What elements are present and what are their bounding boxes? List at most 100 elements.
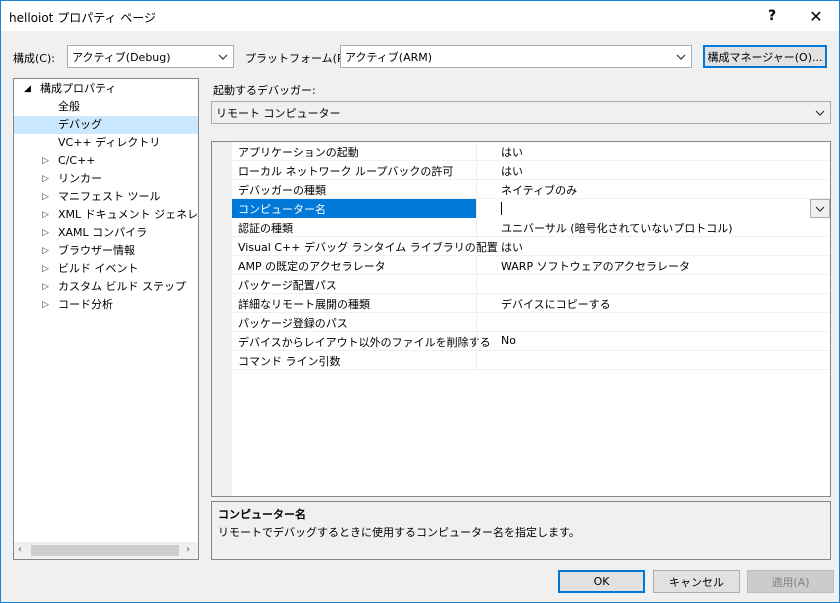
property-name: 詳細なリモート展開の種類: [238, 298, 370, 311]
tree-item[interactable]: ▷ カスタム ビルド ステップ: [42, 278, 186, 296]
close-button[interactable]: ✕: [793, 1, 839, 31]
expand-triangle-icon[interactable]: ▷: [42, 170, 52, 188]
column-divider: [476, 351, 477, 370]
expand-triangle-icon[interactable]: ▷: [42, 188, 52, 206]
tree-item[interactable]: ▷ XAML コンパイラ: [42, 224, 148, 242]
property-row[interactable]: 詳細なリモート展開の種類 デバイスにコピーする: [232, 294, 830, 313]
debugger-select-value: リモート コンピューター: [216, 106, 341, 120]
expand-triangle-icon[interactable]: ▷: [42, 278, 52, 296]
property-grid: アプリケーションの起動 はいローカル ネットワーク ループバックの許可 はいデバッガ…: [211, 141, 831, 497]
description-title: コンピューター名: [218, 508, 306, 521]
platform-select-value: アクティブ(ARM): [345, 50, 433, 64]
expand-triangle-icon[interactable]: ▷: [42, 224, 52, 242]
scroll-thumb[interactable]: [31, 545, 179, 556]
column-divider: [476, 180, 477, 199]
property-row[interactable]: ローカル ネットワーク ループバックの許可 はい: [232, 161, 830, 180]
tree-item-label: マニフェスト ツール: [58, 190, 161, 203]
property-value: ユニバーサル (暗号化されていないプロトコル): [501, 222, 733, 235]
tree-item[interactable]: ▷ リンカー: [42, 170, 102, 188]
tree-item[interactable]: ▷ マニフェスト ツール: [42, 188, 161, 206]
tree-item-label: ブラウザー情報: [58, 244, 135, 257]
tree-root[interactable]: ◢ 構成プロパティ: [24, 80, 116, 98]
property-value: No: [501, 334, 516, 347]
column-divider: [476, 294, 477, 313]
debugger-select[interactable]: リモート コンピューター: [211, 101, 831, 124]
expand-triangle-icon[interactable]: ▷: [42, 260, 52, 278]
property-row[interactable]: コンピューター名: [232, 199, 830, 218]
property-value: デバイスにコピーする: [501, 298, 611, 311]
column-divider: [476, 313, 477, 332]
platform-select[interactable]: アクティブ(ARM): [340, 45, 692, 68]
column-divider: [476, 218, 477, 237]
tree-item[interactable]: デバッグ: [14, 116, 198, 134]
ok-button[interactable]: OK: [558, 570, 645, 593]
property-row[interactable]: デバッガーの種類 ネイティブのみ: [232, 180, 830, 199]
column-divider: [476, 199, 477, 218]
computer-name-input[interactable]: [479, 199, 830, 218]
property-name: ローカル ネットワーク ループバックの許可: [238, 165, 454, 178]
column-divider: [476, 161, 477, 180]
window-title: helloiot プロパティ ページ: [9, 11, 157, 25]
chevron-down-icon: [815, 110, 825, 116]
value-dropdown-button[interactable]: [810, 199, 830, 218]
expand-triangle-icon[interactable]: ▷: [42, 296, 52, 314]
property-name: コンピューター名: [238, 203, 326, 216]
tree-item[interactable]: ▷ コード分析: [42, 296, 113, 314]
column-divider: [476, 275, 477, 294]
tree-item-label: VC++ ディレクトリ: [58, 136, 161, 149]
description-text: リモートでデバッグするときに使用するコンピューター名を指定します。: [218, 526, 580, 539]
help-button[interactable]: ?: [749, 1, 795, 31]
debugger-label: 起動するデバッガー:: [213, 84, 316, 97]
apply-button[interactable]: 適用(A): [747, 570, 834, 593]
tree-item[interactable]: 全般: [58, 98, 80, 116]
property-row[interactable]: AMP の既定のアクセラレータ WARP ソフトウェアのアクセラレータ: [232, 256, 830, 275]
cancel-button[interactable]: キャンセル: [653, 570, 740, 593]
description-panel: コンピューター名 リモートでデバッグするときに使用するコンピューター名を指定しま…: [211, 501, 831, 560]
tree-item[interactable]: ▷ XML ドキュメント ジェネレーター: [42, 206, 198, 224]
expand-triangle-icon[interactable]: ▷: [42, 206, 52, 224]
tree-item-label: XAML コンパイラ: [58, 226, 148, 239]
tree-item-label: リンカー: [58, 172, 102, 185]
column-divider: [476, 332, 477, 351]
tree-item-label: ビルド イベント: [58, 262, 139, 275]
config-label: 構成(C):: [13, 52, 55, 65]
chevron-down-icon: [676, 54, 686, 60]
scroll-right-icon[interactable]: ›: [186, 544, 190, 555]
property-name: コマンド ライン引数: [238, 355, 341, 368]
property-row[interactable]: Visual C++ デバッグ ランタイム ライブラリの配置 はい: [232, 237, 830, 256]
text-caret: [501, 202, 502, 215]
scroll-left-icon[interactable]: ‹: [18, 544, 22, 555]
tree-item[interactable]: ▷ ブラウザー情報: [42, 242, 135, 260]
property-row[interactable]: 認証の種類 ユニバーサル (暗号化されていないプロトコル): [232, 218, 830, 237]
config-select[interactable]: アクティブ(Debug): [67, 45, 234, 68]
tree-item-label: 全般: [58, 100, 80, 113]
property-value: はい: [501, 165, 523, 178]
property-row[interactable]: デバイスからレイアウト以外のファイルを削除する No: [232, 332, 830, 351]
property-row[interactable]: コマンド ライン引数: [232, 351, 830, 370]
property-row[interactable]: アプリケーションの起動 はい: [232, 142, 830, 161]
property-name: 認証の種類: [238, 222, 293, 235]
config-manager-button[interactable]: 構成マネージャー(O)...: [703, 45, 827, 68]
tree-horizontal-scrollbar[interactable]: ‹ ›: [14, 542, 198, 559]
property-value: ネイティブのみ: [501, 184, 578, 197]
tree-item-label: C/C++: [58, 154, 96, 167]
property-name: デバイスからレイアウト以外のファイルを削除する: [238, 336, 491, 349]
grid-gutter: [212, 142, 232, 496]
title-bar: helloiot プロパティ ページ ? ✕: [1, 1, 839, 31]
tree-item[interactable]: ▷ C/C++: [42, 152, 96, 170]
config-select-value: アクティブ(Debug): [72, 50, 171, 64]
expand-triangle-icon[interactable]: ▷: [42, 242, 52, 260]
tree-item[interactable]: VC++ ディレクトリ: [58, 134, 160, 152]
tree-item-label: コード分析: [58, 298, 113, 311]
tree-item[interactable]: ▷ ビルド イベント: [42, 260, 139, 278]
property-row[interactable]: パッケージ配置パス: [232, 275, 830, 294]
chevron-down-icon: [218, 54, 228, 60]
tree-item-label: カスタム ビルド ステップ: [58, 280, 186, 293]
column-divider: [476, 237, 477, 256]
property-name: デバッガーの種類: [238, 184, 326, 197]
tree-item-label: デバッグ: [58, 118, 102, 131]
property-name: パッケージ登録のパス: [238, 317, 348, 330]
property-value: はい: [501, 146, 523, 159]
property-row[interactable]: パッケージ登録のパス: [232, 313, 830, 332]
expand-triangle-icon[interactable]: ▷: [42, 152, 52, 170]
